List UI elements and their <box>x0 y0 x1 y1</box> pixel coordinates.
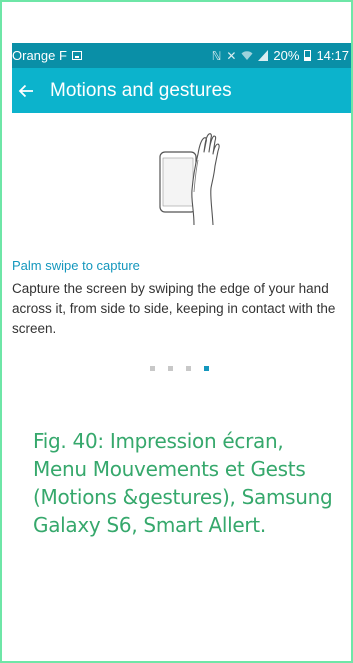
page-dot[interactable] <box>186 366 191 371</box>
palm-swipe-illustration <box>159 133 220 226</box>
feature-card[interactable]: Palm swipe to capture Capture the screen… <box>12 113 351 371</box>
arrow-left-icon[interactable] <box>12 77 40 105</box>
wifi-icon <box>241 51 253 60</box>
phone-screenshot: Orange F ℕ ✕ 20% 14:17 Motions and gestu… <box>12 43 351 371</box>
battery-percent: 20% <box>273 48 300 63</box>
status-right: ℕ ✕ 20% 14:17 <box>212 48 351 63</box>
battery-icon <box>304 50 312 61</box>
page-dot[interactable] <box>168 366 173 371</box>
sim-icon <box>71 51 82 60</box>
status-bar: Orange F ℕ ✕ 20% 14:17 <box>12 43 351 68</box>
feature-title: Palm swipe to capture <box>12 258 140 273</box>
carrier-label: Orange F <box>12 48 67 63</box>
page-dot[interactable] <box>150 366 155 371</box>
feature-description: Capture the screen by swiping the edge o… <box>12 281 336 336</box>
page-title: Motions and gestures <box>50 79 232 101</box>
status-left: Orange F <box>12 48 82 63</box>
signal-icon <box>258 50 269 61</box>
page-dot-active[interactable] <box>204 366 209 371</box>
figure-caption: Fig. 40: Impression écran, Menu Mouvemen… <box>33 429 333 537</box>
page-indicator <box>150 366 209 371</box>
app-bar: Motions and gestures <box>12 68 351 113</box>
clock: 14:17 <box>316 48 349 63</box>
nfc-icon: ℕ <box>211 48 222 63</box>
mute-icon: ✕ <box>226 48 237 63</box>
